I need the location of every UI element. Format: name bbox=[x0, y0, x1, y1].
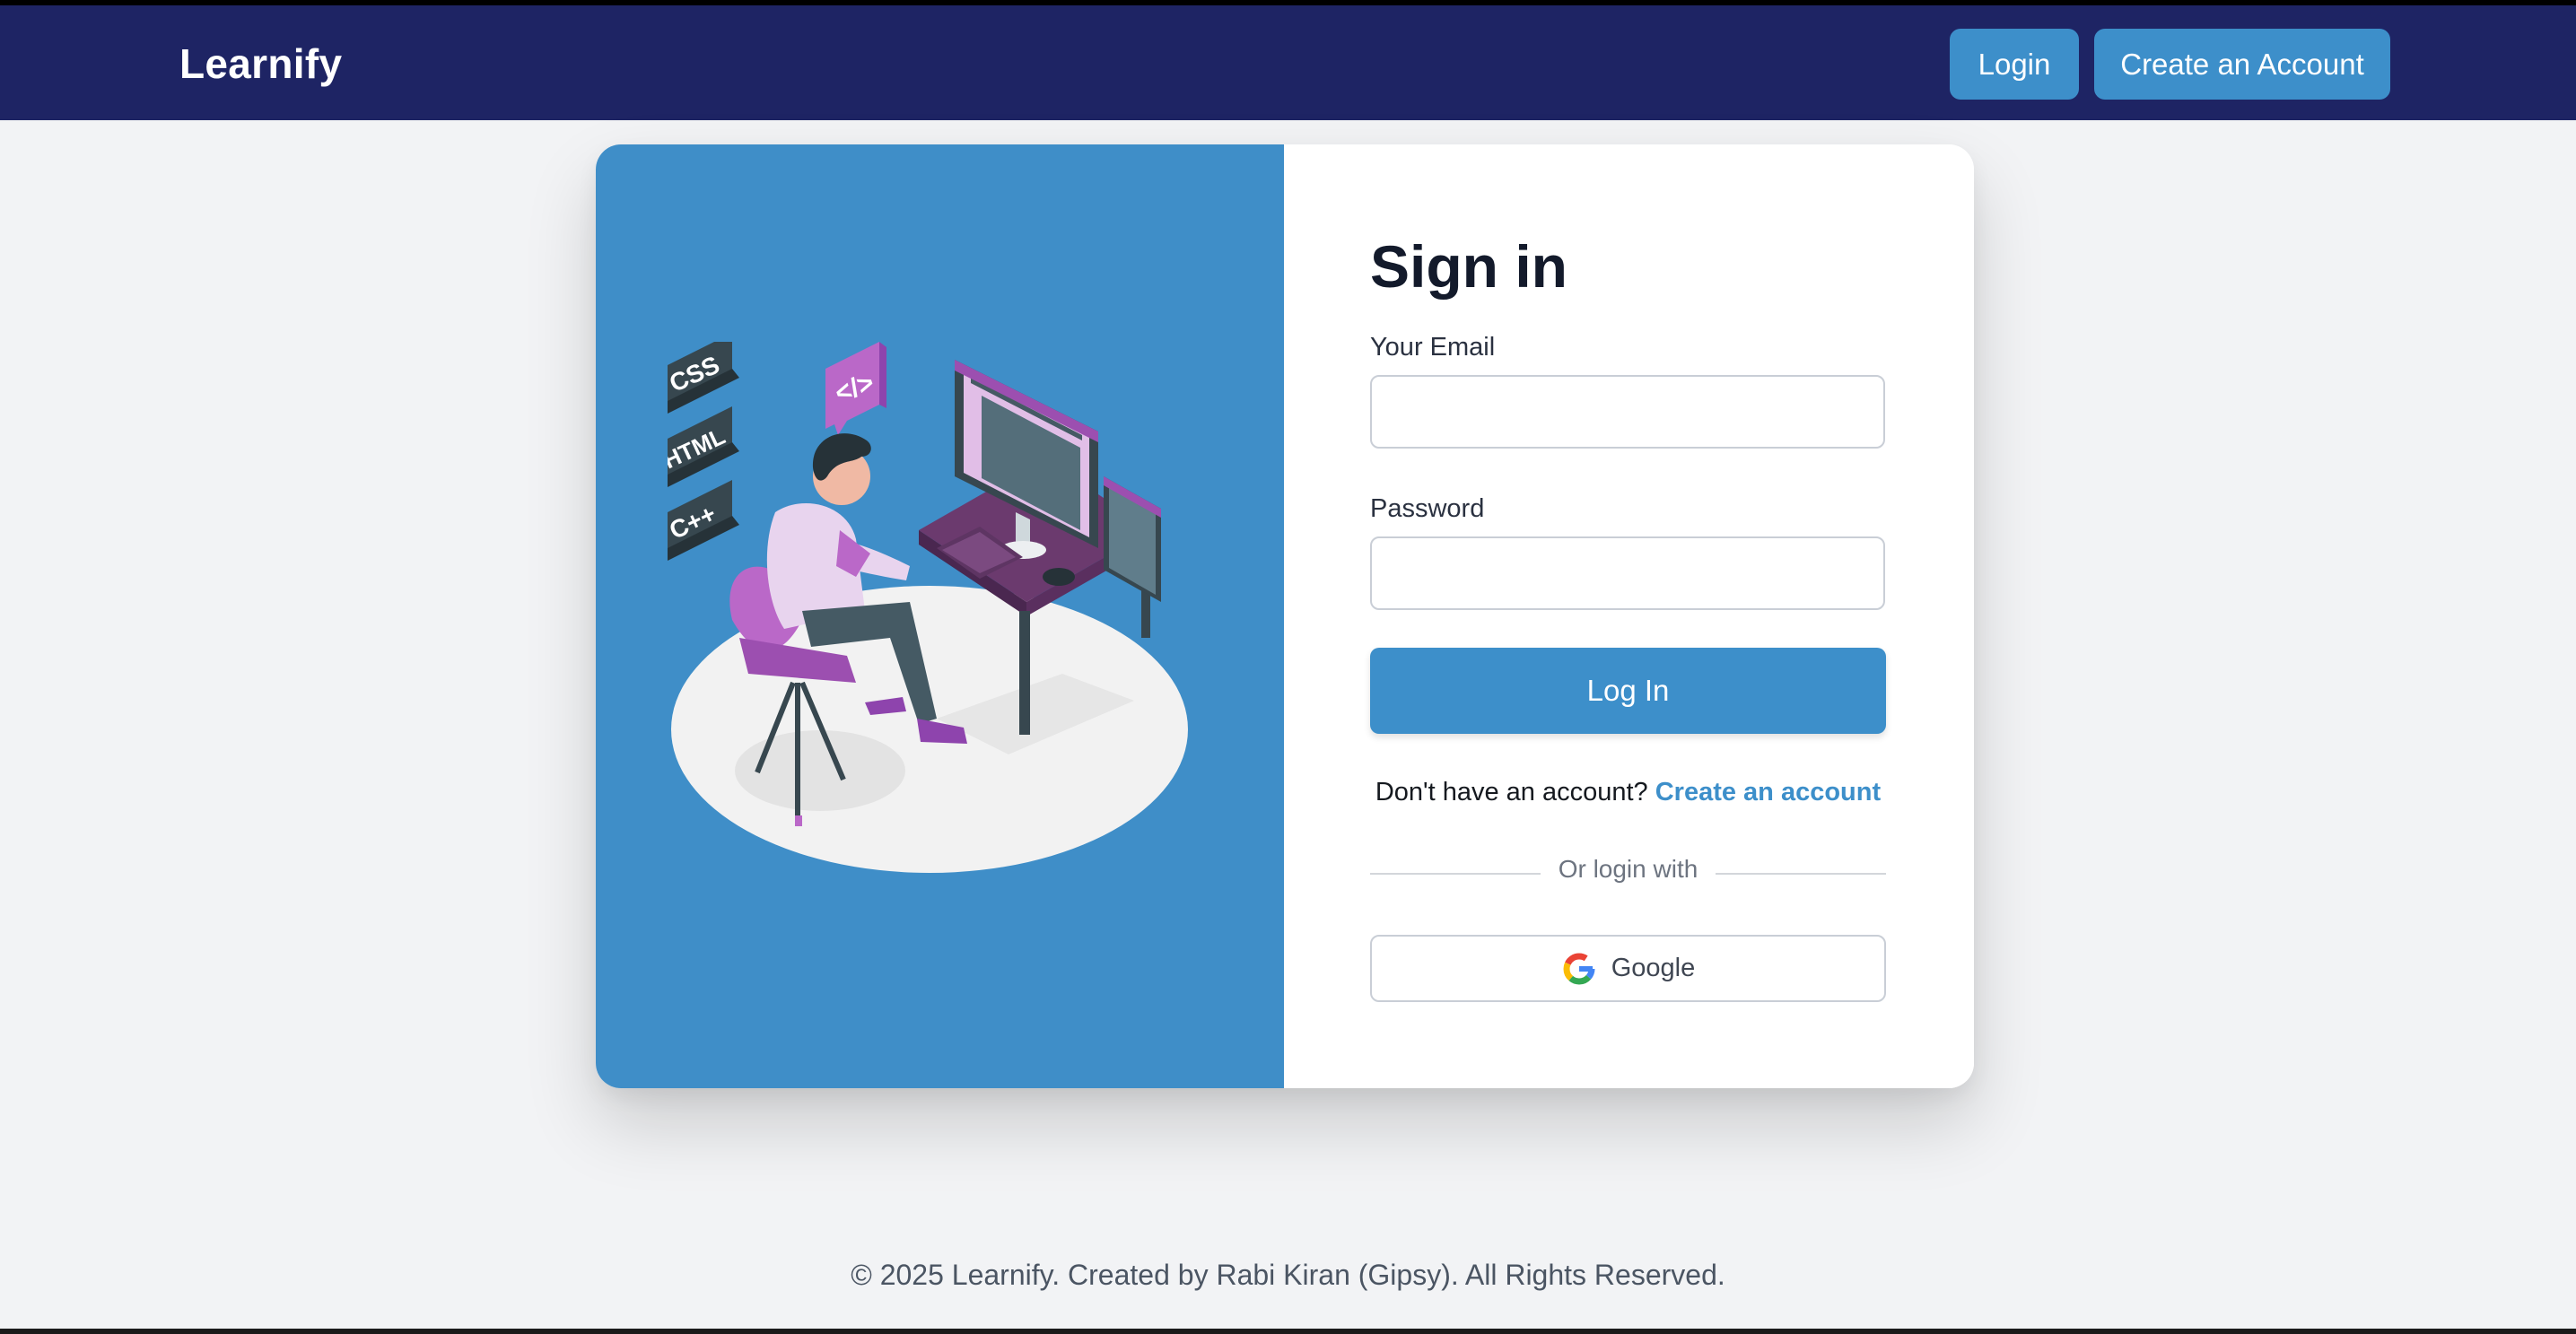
password-label: Password bbox=[1370, 494, 1485, 523]
google-login-button[interactable]: Google bbox=[1370, 935, 1886, 1002]
navbar: Learnify Login Create an Account bbox=[0, 5, 2576, 120]
google-label: Google bbox=[1611, 954, 1696, 982]
google-icon bbox=[1563, 953, 1595, 984]
window-bottom-edge bbox=[0, 1329, 2576, 1334]
desk-leg bbox=[1019, 611, 1030, 735]
footer-copyright: © 2025 Learnify. Created by Rabi Kiran (… bbox=[851, 1259, 1725, 1291]
brand-logo[interactable]: Learnify bbox=[179, 39, 342, 88]
page-title: Sign in bbox=[1370, 233, 1567, 300]
password-field[interactable] bbox=[1370, 536, 1885, 610]
signin-form-panel: Sign in Your Email Password Log In Don't… bbox=[1284, 144, 1974, 1088]
html-badge-icon: HTML bbox=[668, 406, 739, 487]
illustration-panel: CSS HTML C++ </> bbox=[596, 144, 1284, 1088]
css-badge-icon: CSS bbox=[668, 342, 739, 414]
create-account-button[interactable]: Create an Account bbox=[2094, 29, 2390, 100]
developer-illustration: CSS HTML C++ </> bbox=[668, 342, 1188, 873]
email-field[interactable] bbox=[1370, 375, 1885, 449]
divider-line-right bbox=[1716, 873, 1886, 875]
mouse bbox=[1043, 568, 1075, 586]
signin-card: CSS HTML C++ </> Sign in Your Email Pass… bbox=[596, 144, 1974, 1088]
divider-text: Or login with bbox=[1558, 855, 1698, 883]
signup-prompt: Don't have an account? Create an account bbox=[1370, 778, 1886, 807]
cpp-badge-icon: C++ bbox=[668, 480, 739, 561]
or-divider: Or login with bbox=[1370, 855, 1886, 891]
no-account-text: Don't have an account? bbox=[1375, 778, 1648, 807]
login-button[interactable]: Login bbox=[1950, 29, 2079, 100]
email-label: Your Email bbox=[1370, 333, 1496, 362]
create-account-link[interactable]: Create an account bbox=[1655, 778, 1881, 807]
code-tag-icon: </> bbox=[825, 342, 886, 435]
log-in-button[interactable]: Log In bbox=[1370, 648, 1886, 734]
